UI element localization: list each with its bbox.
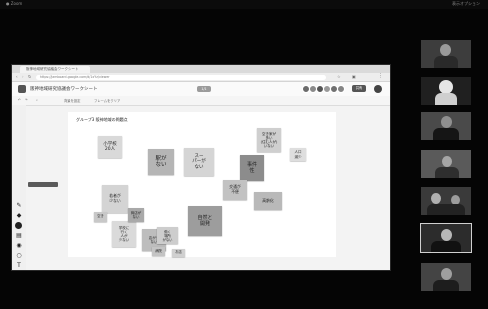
participant-body: [431, 241, 461, 252]
eraser-icon[interactable]: ◆: [16, 213, 22, 219]
sticky-note[interactable]: 学校に 行く 人が 少ない: [112, 221, 136, 247]
participant-video[interactable]: [421, 187, 471, 215]
reload-icon[interactable]: ↻: [28, 74, 31, 79]
star-icon[interactable]: ☆: [337, 74, 341, 79]
extensions-icon[interactable]: ▣: [352, 74, 356, 79]
meeting-top-bar: ● Zoom 表示オプション: [0, 0, 488, 9]
view-options-button[interactable]: 表示オプション: [452, 1, 480, 7]
participant-video[interactable]: [421, 112, 471, 140]
zoom-icon[interactable]: ⌕: [36, 98, 38, 102]
sticky-note[interactable]: 事件 性: [240, 155, 264, 181]
sticky-note-icon[interactable]: ▤: [16, 233, 22, 239]
participant-face: [441, 268, 452, 280]
participant-body: [434, 56, 458, 68]
participant-face: [441, 229, 452, 241]
sticky-note[interactable]: 人口 減少: [290, 148, 306, 161]
sticky-note[interactable]: 交通が 不便: [223, 180, 247, 200]
jamboard-logo-icon: [18, 85, 26, 93]
frame-title: グループ3 阪神地域の問題点: [76, 117, 128, 122]
shared-screen: 阪神地域研究協議会ワークシート ‹ › ↻ https://jamboard.g…: [11, 64, 391, 271]
browser-menu-icon[interactable]: ⋮: [378, 73, 383, 79]
participant-video[interactable]: [421, 263, 471, 291]
tool-sidebar: ✎ ◆ ▤ ◉ ○ T ✐: [12, 105, 26, 270]
whiteboard-canvas[interactable]: グループ3 阪神地域の問題点 小学校 20人 駅が ない スー パーが ない 事…: [68, 112, 336, 257]
sticky-note[interactable]: 空き: [94, 212, 107, 222]
browser-tab-bar: 阪神地域研究協議会ワークシート: [12, 65, 390, 73]
sticky-note[interactable]: 若者が 少ない: [102, 185, 128, 213]
jamboard-toolbar: ↶ ↷ ⌕ 背景を設定 フレームをクリア: [12, 96, 390, 106]
profile-avatar[interactable]: [374, 85, 382, 93]
shape-icon[interactable]: ○: [16, 253, 22, 259]
sticky-note[interactable]: 商店が ない: [128, 208, 144, 222]
sticky-note[interactable]: 自然と 開発: [188, 206, 222, 236]
back-icon[interactable]: ‹: [16, 74, 18, 79]
image-icon[interactable]: ◉: [16, 243, 22, 249]
app-header: 阪神地域研究協議会ワークシート 1/1 共有: [12, 82, 390, 96]
participant-body: [433, 280, 459, 291]
clear-frame-button[interactable]: フレームをクリア: [94, 98, 120, 103]
url-field[interactable]: https://jamboard.google.com/d/1xYz/viewe…: [36, 74, 326, 80]
sticky-note[interactable]: 高齢化: [254, 192, 282, 210]
tool-tooltip: [28, 182, 58, 187]
participant-video[interactable]: [421, 77, 471, 105]
sticky-note[interactable]: 駅が ない: [148, 149, 174, 175]
sticky-note[interactable]: お店: [172, 249, 185, 257]
participant-video[interactable]: [421, 150, 471, 178]
share-button[interactable]: 共有: [352, 85, 366, 92]
sticky-note[interactable]: 小学校 20人: [98, 136, 122, 158]
pen-icon[interactable]: ✎: [16, 203, 22, 209]
participant-body: [435, 167, 459, 178]
meeting-status-text: ● Zoom: [6, 1, 23, 6]
participant-body: [433, 128, 459, 140]
participant-face: [440, 44, 451, 56]
participant-face: [431, 193, 441, 204]
textbox-icon[interactable]: T: [16, 263, 22, 269]
browser-tab[interactable]: 阪神地域研究協議会ワークシート: [20, 66, 90, 73]
participant-video-active[interactable]: [420, 223, 472, 253]
sticky-note[interactable]: 空き家が 多い (住む人が) いない: [257, 128, 281, 152]
participant-face: [442, 156, 452, 167]
select-icon[interactable]: [15, 222, 22, 229]
sticky-note[interactable]: 働く 場所 がない: [157, 227, 178, 244]
participant-video[interactable]: [421, 40, 471, 68]
participant-face: [439, 80, 453, 94]
set-background-button[interactable]: 背景を設定: [64, 98, 80, 103]
sticky-note[interactable]: 病院: [152, 247, 165, 256]
undo-icon[interactable]: ↶: [18, 98, 21, 102]
redo-icon[interactable]: ↷: [25, 98, 28, 102]
sticky-note[interactable]: スー パーが ない: [184, 148, 214, 176]
avatar[interactable]: [337, 85, 345, 93]
participant-face: [441, 116, 452, 128]
document-title[interactable]: 阪神地域研究協議会ワークシート: [30, 86, 98, 92]
forward-icon[interactable]: ›: [22, 74, 24, 79]
participant-body: [427, 204, 465, 215]
browser-address-bar: ‹ › ↻ https://jamboard.google.com/d/1xYz…: [12, 73, 390, 82]
page-indicator[interactable]: 1/1: [197, 86, 211, 92]
participant-body: [435, 93, 457, 105]
